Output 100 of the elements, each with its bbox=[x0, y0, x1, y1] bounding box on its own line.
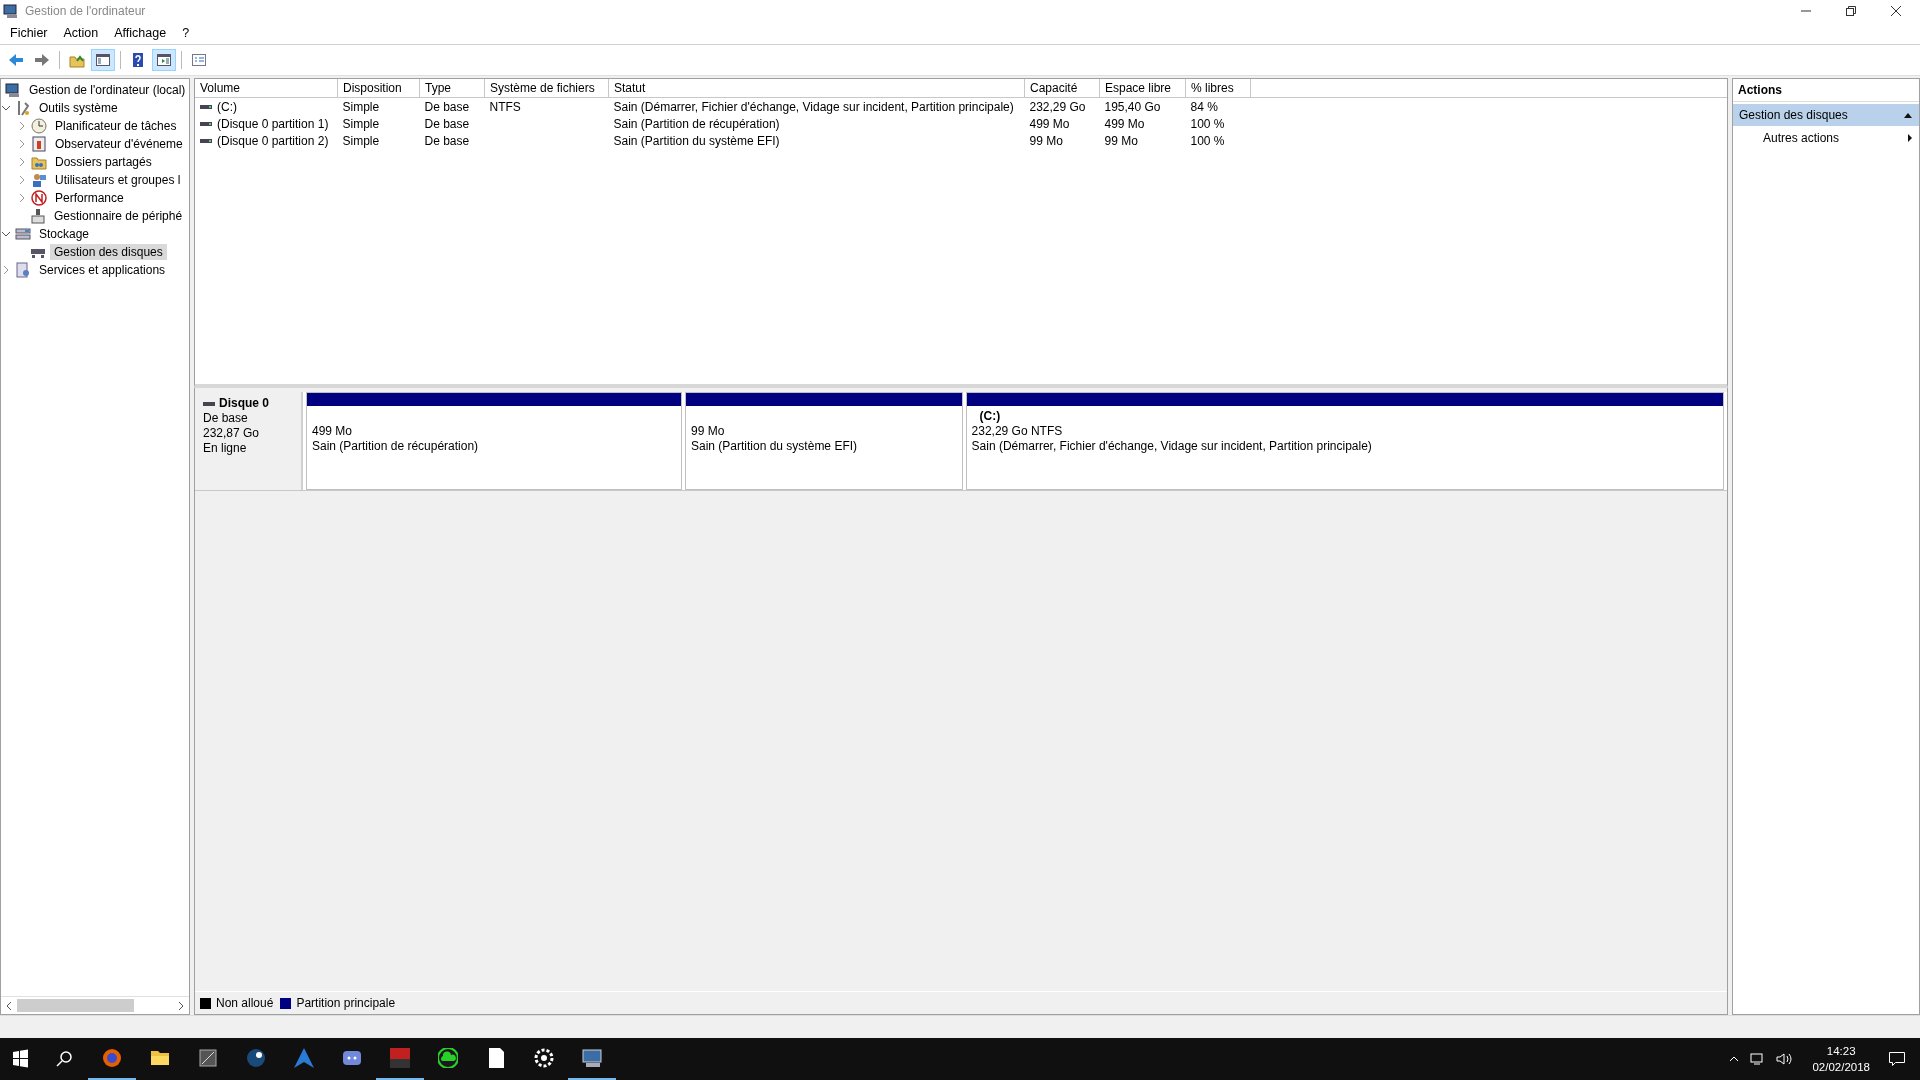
tree-item[interactable]: Stockage bbox=[35, 226, 94, 242]
chevron-right-icon[interactable] bbox=[17, 139, 27, 149]
gear-icon bbox=[534, 1048, 554, 1068]
chevron-right-icon[interactable] bbox=[17, 157, 27, 167]
computer-icon bbox=[5, 82, 21, 98]
chevron-right-icon[interactable] bbox=[17, 175, 27, 185]
chevron-right-icon[interactable] bbox=[1, 265, 11, 275]
storage-icon bbox=[15, 226, 31, 242]
column-header[interactable]: Statut bbox=[608, 79, 1025, 98]
partition-size: 99 Mo bbox=[691, 424, 726, 439]
clock-date: 02/02/2018 bbox=[1812, 1060, 1870, 1075]
partition-status: Sain (Démarrer, Fichier d'échange, Vidage sur incident, Partition principale) bbox=[971, 439, 1373, 454]
scrollbar-thumb[interactable] bbox=[17, 999, 134, 1012]
tree-item[interactable]: Gestion de l'ordinateur (local) bbox=[25, 82, 189, 98]
device-icon bbox=[30, 208, 46, 224]
chevron-down-icon[interactable] bbox=[1, 103, 11, 113]
tree-item[interactable]: Planificateur de tâches bbox=[51, 118, 181, 134]
log-icon bbox=[31, 136, 47, 152]
column-header[interactable]: Type bbox=[419, 79, 485, 98]
document-icon bbox=[486, 1048, 506, 1068]
action-item[interactable]: Autres actions bbox=[1733, 126, 1919, 150]
services-icon bbox=[15, 262, 31, 278]
column-header[interactable]: % libres bbox=[1185, 79, 1251, 98]
chevron-right-icon[interactable] bbox=[17, 193, 27, 203]
cloud-icon bbox=[438, 1048, 458, 1068]
app-icon bbox=[198, 1048, 218, 1068]
clock[interactable]: 14:23 02/02/2018 bbox=[1804, 1043, 1878, 1075]
tree-item[interactable]: Dossiers partagés bbox=[51, 154, 156, 170]
table-cell: 499 Mo bbox=[1029, 116, 1070, 131]
properties-icon bbox=[191, 52, 207, 68]
partition-block[interactable]: 99 Mo Sain (Partition du système EFI) bbox=[685, 392, 963, 490]
speaker-icon[interactable] bbox=[1776, 1052, 1795, 1066]
table-cell: (C:) bbox=[217, 99, 237, 114]
table-cell: De base bbox=[424, 133, 470, 148]
users-icon bbox=[31, 172, 47, 188]
action-pane-icon bbox=[156, 52, 172, 68]
toolbar-button[interactable] bbox=[152, 49, 176, 71]
folder-icon bbox=[150, 1048, 170, 1068]
tree-pane-icon bbox=[95, 52, 111, 68]
folder-icon bbox=[31, 154, 47, 170]
table-cell: 100 % bbox=[1190, 116, 1225, 131]
restore-icon[interactable] bbox=[1845, 5, 1857, 17]
notification-icon[interactable] bbox=[1888, 1051, 1906, 1067]
menu-item[interactable]: ? bbox=[176, 26, 196, 40]
column-header[interactable]: Espace libre bbox=[1099, 79, 1186, 98]
clock-time: 14:23 bbox=[1825, 1044, 1857, 1059]
partition-block[interactable]: (C:) 232,29 Go NTFS Sain (Démarrer, Fichier d'échange, Vidage sur incident, Partition principale) bbox=[965, 392, 1724, 490]
chevron-down-icon[interactable] bbox=[1, 229, 11, 239]
tree-item[interactable]: Performance bbox=[51, 190, 128, 206]
legend-label: Non alloué bbox=[216, 996, 274, 1010]
computer-icon bbox=[3, 3, 19, 19]
disk-name: Disque 0 bbox=[219, 396, 269, 411]
computer-icon bbox=[582, 1048, 602, 1068]
tree-item[interactable]: Gestionnaire de périphé bbox=[50, 208, 187, 224]
tree-item[interactable]: Outils système bbox=[35, 100, 122, 116]
table-cell: 99 Mo bbox=[1029, 133, 1063, 148]
column-header[interactable]: Capacité bbox=[1024, 79, 1100, 98]
table-cell: De base bbox=[424, 99, 470, 114]
scroll-left-icon[interactable] bbox=[5, 1000, 13, 1011]
toolbar-button[interactable] bbox=[91, 49, 115, 71]
column-header[interactable]: Volume bbox=[195, 79, 338, 98]
partition-name: (C:) bbox=[978, 409, 1002, 424]
tree-item[interactable]: Utilisateurs et groupes l bbox=[51, 172, 185, 188]
forward-arrow-icon bbox=[34, 52, 50, 68]
partition-block[interactable]: 499 Mo Sain (Partition de récupération) bbox=[306, 392, 682, 490]
table-cell: Sain (Démarrer, Fichier d'échange, Vidage sur incident, Partition principale) bbox=[613, 99, 1014, 114]
table-cell: 84 % bbox=[1190, 99, 1218, 114]
disk-size: 232,87 Go bbox=[203, 426, 261, 441]
table-cell: Simple bbox=[342, 116, 380, 131]
help-icon bbox=[130, 52, 146, 68]
bolt-icon bbox=[294, 1048, 314, 1068]
table-cell: Simple bbox=[342, 133, 380, 148]
partition-status: Sain (Partition de récupération) bbox=[312, 439, 480, 454]
table-cell: (Disque 0 partition 1) bbox=[217, 116, 329, 131]
menu-item[interactable]: Affichage bbox=[108, 26, 173, 40]
tools-icon bbox=[15, 100, 31, 116]
actions-title: Actions bbox=[1733, 79, 1919, 102]
submenu-arrow-icon bbox=[1907, 133, 1913, 143]
table-cell: NTFS bbox=[489, 99, 521, 114]
table-cell: Simple bbox=[342, 99, 380, 114]
tree-item[interactable]: Services et applications bbox=[35, 262, 170, 278]
disk-type: De base bbox=[203, 411, 249, 426]
tree-item[interactable]: Observateur d'événeme bbox=[51, 136, 187, 152]
table-cell: (Disque 0 partition 2) bbox=[217, 133, 329, 148]
partition-size: 499 Mo bbox=[312, 424, 354, 439]
table-cell: 195,40 Go bbox=[1104, 99, 1161, 114]
table-cell: 100 % bbox=[1190, 133, 1225, 148]
scroll-right-icon[interactable] bbox=[177, 1000, 185, 1011]
chat-icon bbox=[342, 1048, 362, 1068]
chevron-right-icon[interactable] bbox=[17, 121, 27, 131]
column-header[interactable]: Disposition bbox=[337, 79, 420, 98]
menu-item[interactable]: Fichier bbox=[4, 26, 54, 40]
legend-label: Partition principale bbox=[296, 996, 396, 1010]
tree-item[interactable]: Gestion des disques bbox=[50, 244, 167, 260]
column-header[interactable]: Système de fichiers bbox=[484, 79, 609, 98]
menu-item[interactable]: Action bbox=[57, 26, 105, 40]
close-icon[interactable] bbox=[1890, 5, 1902, 17]
table-cell: 99 Mo bbox=[1104, 133, 1138, 148]
clock-icon bbox=[31, 118, 47, 134]
actions-section[interactable]: Gestion des disques bbox=[1733, 104, 1919, 126]
